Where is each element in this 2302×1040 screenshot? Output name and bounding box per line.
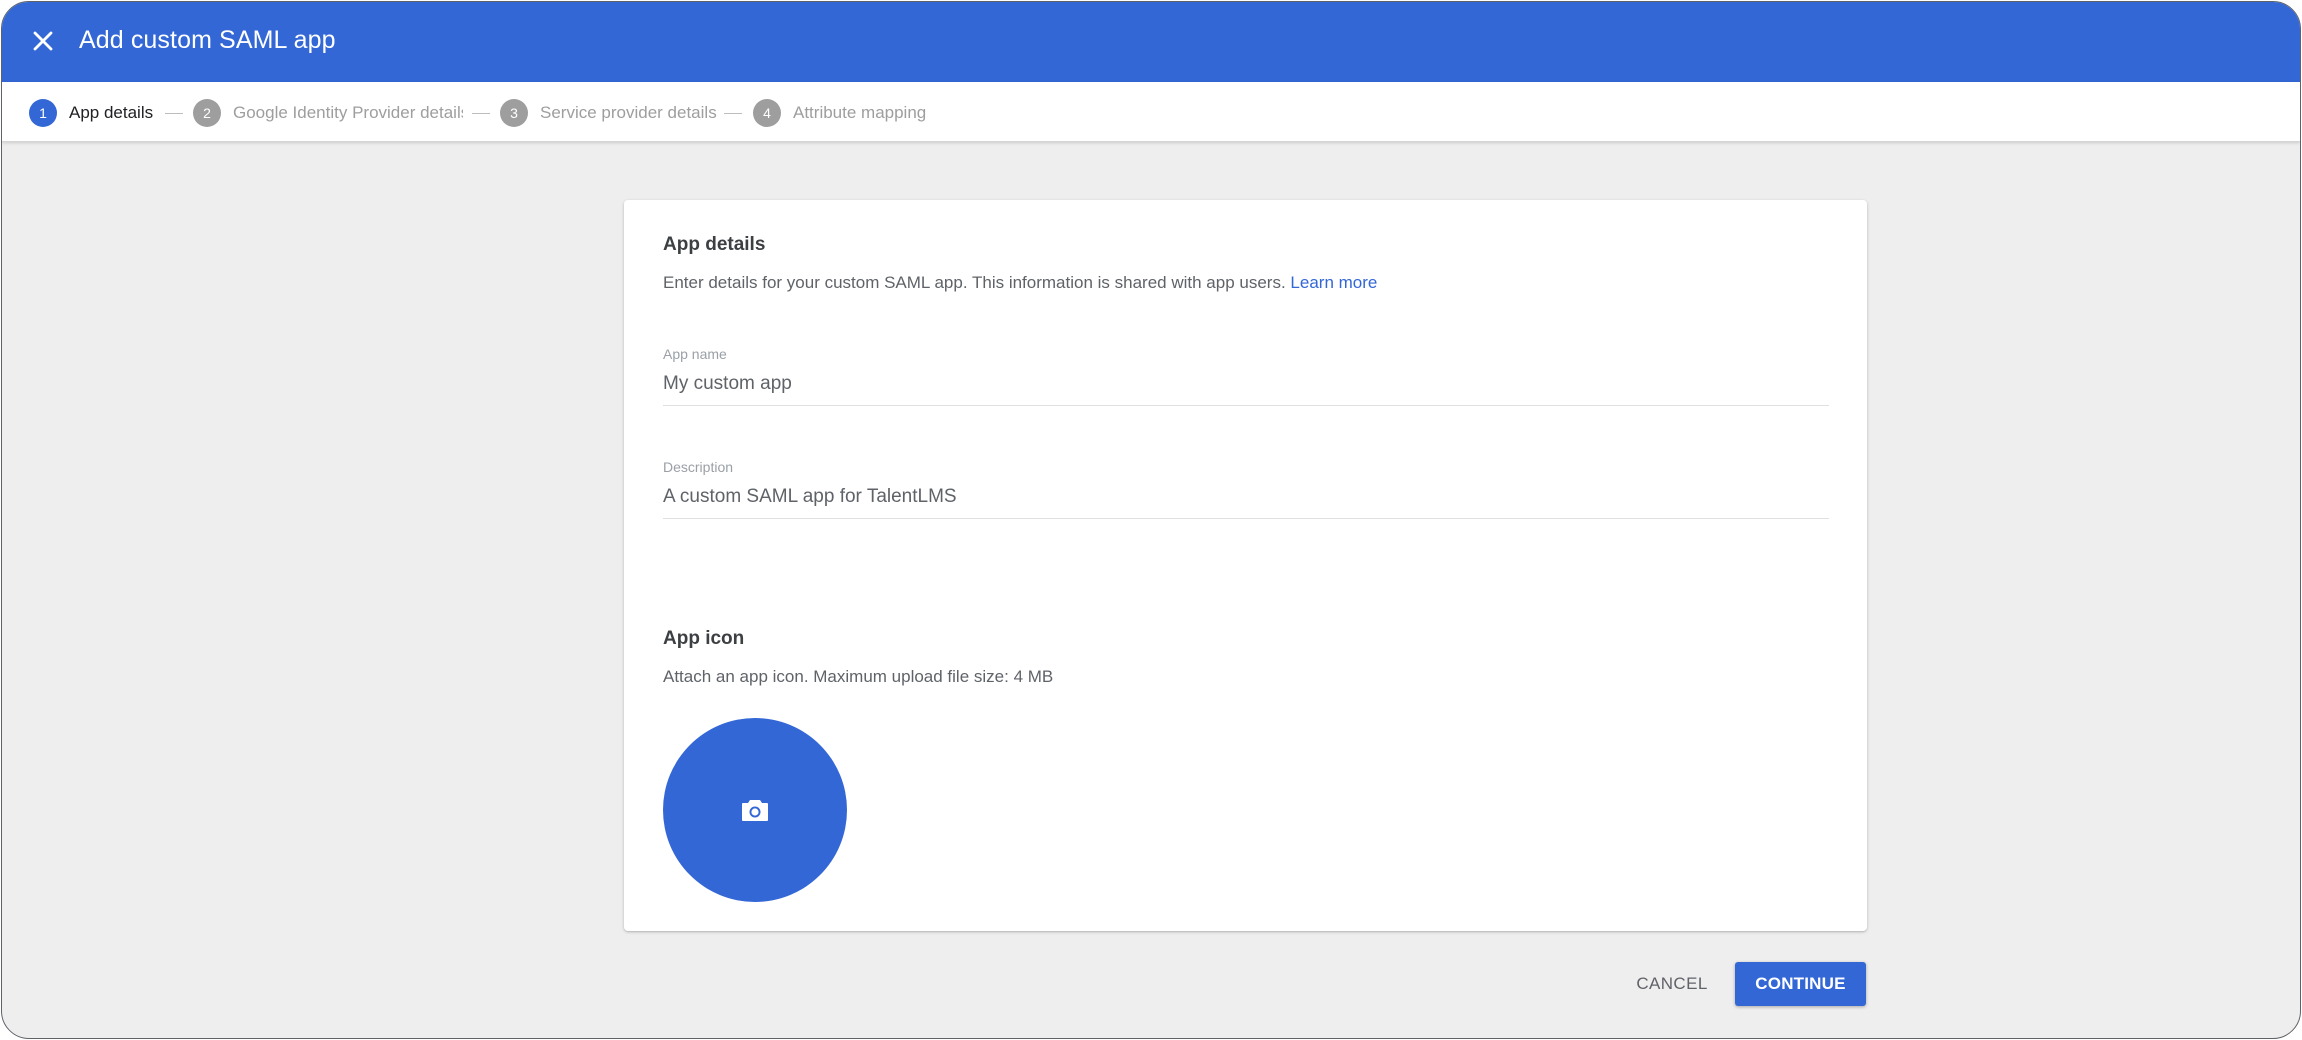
app-window: Add custom SAML app 1 App details 2 Goog… xyxy=(1,1,2301,1039)
step-divider xyxy=(165,113,183,114)
continue-button[interactable]: CONTINUE xyxy=(1735,962,1866,1006)
step-app-details[interactable]: 1 App details xyxy=(29,98,153,128)
description-field: Description xyxy=(663,459,1829,519)
stepper: 1 App details 2 Google Identity Provider… xyxy=(2,82,2300,142)
step-service-provider-details[interactable]: 3 Service provider details xyxy=(500,98,717,128)
page-title: Add custom SAML app xyxy=(79,26,336,54)
learn-more-link[interactable]: Learn more xyxy=(1290,273,1377,292)
step-attribute-mapping[interactable]: 4 Attribute mapping xyxy=(753,98,926,128)
description-label: Description xyxy=(663,459,734,475)
step-number: 2 xyxy=(193,99,221,127)
step-label: Google Identity Provider details xyxy=(233,103,463,122)
step-label: Service provider details xyxy=(540,103,717,122)
app-name-label: App name xyxy=(663,346,727,362)
app-details-card: App details Enter details for your custo… xyxy=(624,200,1867,931)
step-number: 4 xyxy=(753,99,781,127)
app-icon-heading: App icon xyxy=(663,628,745,649)
camera-icon xyxy=(742,800,768,821)
description-input[interactable] xyxy=(663,483,1829,511)
description-text: Enter details for your custom SAML app. … xyxy=(663,273,1286,292)
close-button[interactable] xyxy=(26,24,60,58)
step-number: 3 xyxy=(500,99,528,127)
cancel-button[interactable]: CANCEL xyxy=(1622,962,1722,1006)
app-name-field: App name xyxy=(663,346,1829,406)
app-icon-upload-button[interactable] xyxy=(663,718,847,902)
app-details-heading: App details xyxy=(663,234,766,255)
app-name-input[interactable] xyxy=(663,370,1829,398)
close-icon xyxy=(33,31,53,51)
step-divider xyxy=(724,113,742,114)
step-label: App details xyxy=(69,103,154,122)
step-google-idp-details[interactable]: 2 Google Identity Provider details xyxy=(193,98,463,128)
top-app-bar: Add custom SAML app xyxy=(2,2,2300,82)
step-label: Attribute mapping xyxy=(793,103,927,122)
app-details-description: Enter details for your custom SAML app. … xyxy=(663,273,1377,293)
step-divider xyxy=(472,113,490,114)
step-number: 1 xyxy=(29,99,57,127)
app-icon-description: Attach an app icon. Maximum upload file … xyxy=(663,667,1054,686)
